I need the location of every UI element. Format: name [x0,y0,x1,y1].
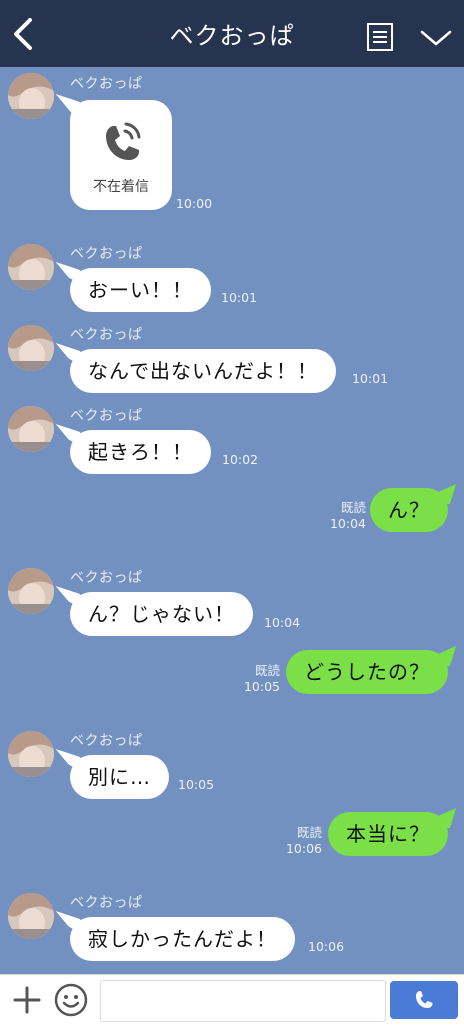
avatar[interactable] [8,244,54,290]
avatar[interactable] [8,325,54,371]
message-time: 10:06 [285,841,322,856]
sent-message-bubble[interactable]: ん？ [370,488,448,532]
message-time: 10:04 [264,615,301,630]
call-button[interactable] [390,981,458,1019]
message-bubble[interactable]: 起きろ！！ [70,430,211,474]
sender-name: ベクおっぱ [70,408,143,424]
sent-message-bubble[interactable]: 本当に？ [328,812,448,856]
message-time: 10:06 [308,939,345,954]
read-label: 既読 [296,825,322,840]
chat-title: ベクおっぱ [169,22,295,50]
input-bar [0,974,464,1025]
sender-name: ベクおっぱ [70,246,143,262]
sent-message-bubble[interactable]: どうしたの？ [286,650,448,694]
message-input[interactable] [100,980,386,1022]
message-bubble[interactable]: ん？じゃない！ [70,592,253,636]
read-receipt: 既読 10:04 [330,500,366,532]
read-label: 既読 [340,500,366,515]
message-bubble[interactable]: 別に… [70,755,169,799]
message-time: 10:04 [329,516,366,531]
avatar[interactable] [8,731,54,777]
message-time: 10:05 [243,679,280,694]
sender-name: ベクおっぱ [70,895,143,911]
message-bubble[interactable]: 寂しかったんだよ！ [70,917,295,961]
avatar[interactable] [8,893,54,939]
missed-call-label: 不在着信 [93,179,149,195]
message-bubble[interactable]: おーい！！ [70,268,211,312]
avatar[interactable] [8,568,54,614]
message-time: 10:05 [178,777,215,792]
read-receipt: 既読 10:05 [244,663,280,695]
missed-call-card[interactable]: 不在着信 [70,100,172,210]
plus-icon[interactable] [12,985,42,1015]
message-bubble[interactable]: なんで出ないんだよ！！ [70,349,336,393]
read-receipt: 既読 10:06 [286,825,322,857]
sender-name: ベクおっぱ [70,733,143,749]
message-time: 10:01 [221,290,258,305]
phone-icon [96,118,146,168]
read-label: 既読 [254,663,280,678]
avatar[interactable] [8,73,54,119]
sender-name: ベクおっぱ [70,327,143,343]
avatar[interactable] [8,406,54,452]
message-time: 10:00 [176,196,213,211]
chat-header: ベクおっぱ [0,0,464,67]
sender-name: ベクおっぱ [70,570,143,586]
smiley-icon[interactable] [54,983,88,1017]
chevron-down-icon[interactable] [418,26,454,50]
message-time: 10:02 [222,452,259,467]
menu-list-icon[interactable] [366,22,394,52]
sender-name: ベクおっぱ [70,76,143,92]
phone-icon [416,991,433,1008]
message-time: 10:01 [352,371,389,386]
